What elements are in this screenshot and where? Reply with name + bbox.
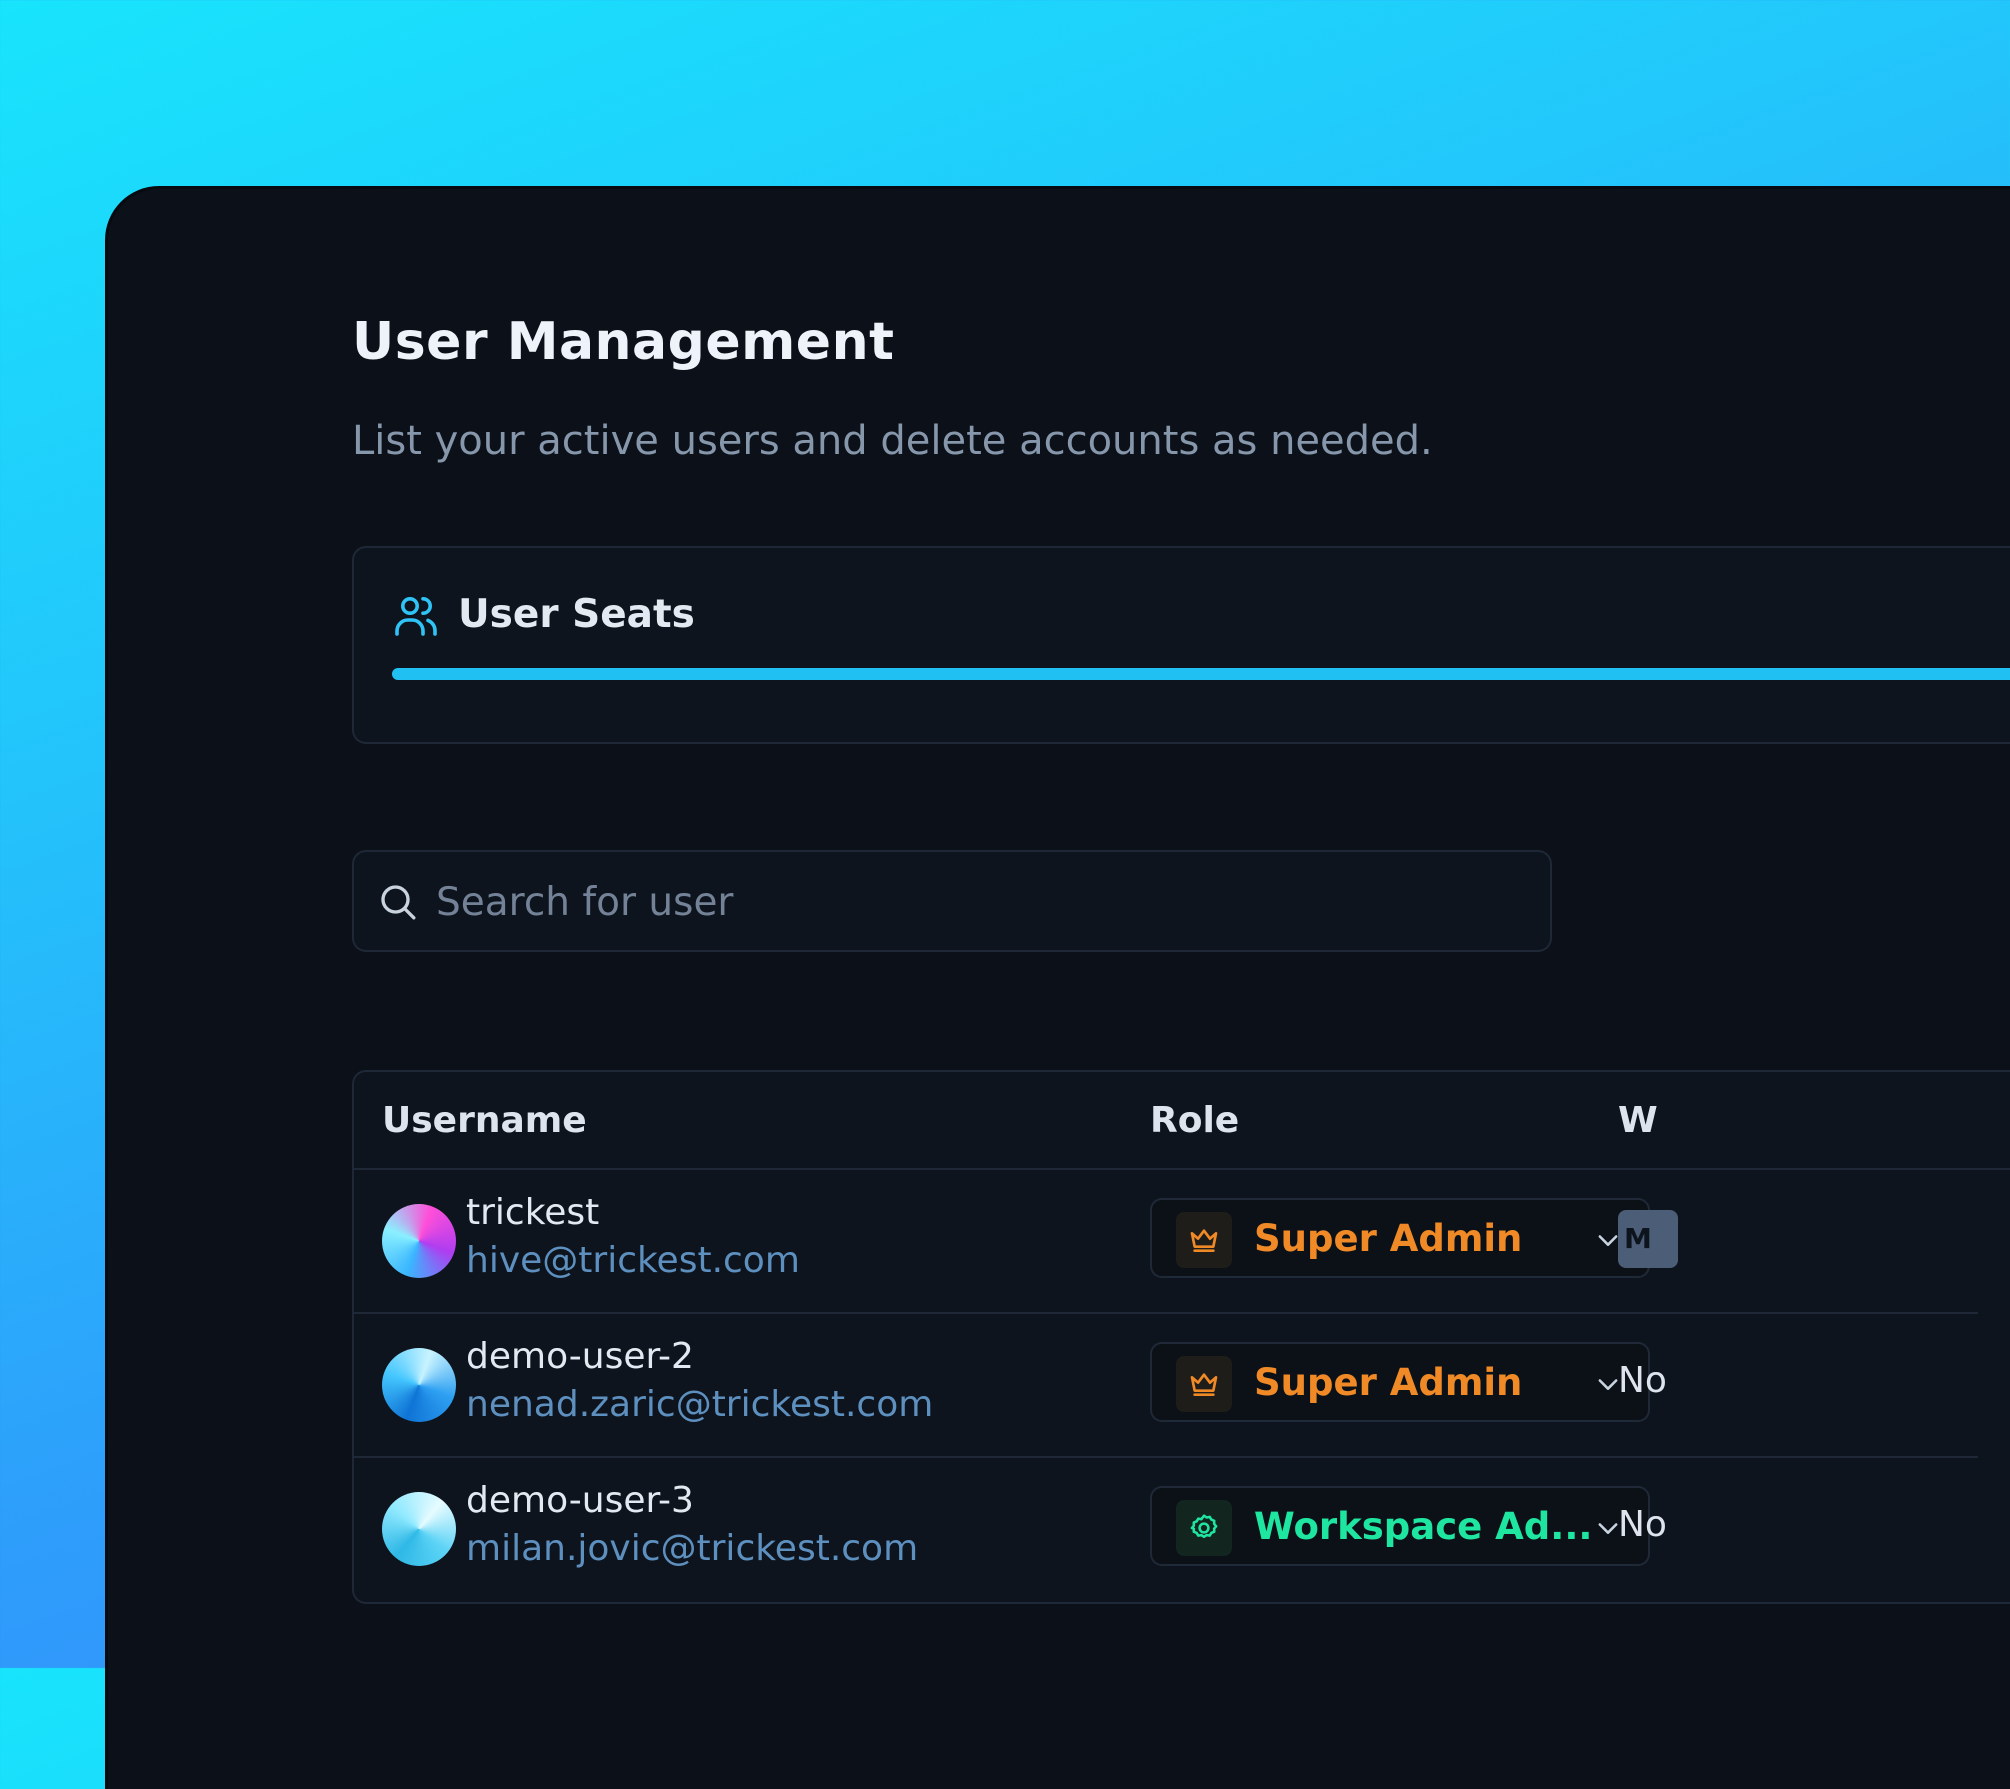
page-subtitle: List your active users and delete accoun…: [352, 418, 1433, 464]
username: demo-user-3: [466, 1480, 694, 1521]
crown-icon: [1190, 1373, 1218, 1396]
users-table: Username Role W trickest hive@trickest.c…: [352, 1070, 2010, 1604]
users-icon: [395, 597, 437, 636]
role-icon-box: [1176, 1500, 1232, 1556]
column-header-username[interactable]: Username: [382, 1100, 587, 1141]
workspace-value: No: [1618, 1504, 1667, 1545]
username: demo-user-2: [466, 1336, 694, 1377]
user-seats-progress-fill: [392, 668, 2010, 680]
avatar: [382, 1492, 456, 1566]
user-seats-label: User Seats: [458, 592, 695, 637]
table-row[interactable]: demo-user-2 nenad.zaric@trickest.com Sup…: [354, 1314, 1978, 1458]
user-email: hive@trickest.com: [466, 1240, 800, 1281]
table-row[interactable]: trickest hive@trickest.com Super Admin M: [354, 1170, 1978, 1314]
role-label: Super Admin: [1254, 1217, 1523, 1260]
search-box[interactable]: [352, 850, 1552, 952]
workspace-value: No: [1618, 1360, 1667, 1401]
search-icon: [381, 885, 416, 920]
user-seats-progress: [392, 668, 2010, 680]
username: trickest: [466, 1192, 600, 1233]
role-icon-box: [1176, 1356, 1232, 1412]
role-dropdown[interactable]: Workspace Ad...: [1150, 1486, 1650, 1566]
user-email: nenad.zaric@trickest.com: [466, 1384, 934, 1425]
avatar: [382, 1204, 456, 1278]
avatar: [382, 1348, 456, 1422]
role-label: Super Admin: [1254, 1361, 1523, 1404]
user-seats-card: User Seats: [352, 546, 2010, 744]
gear-icon: [1190, 1514, 1218, 1539]
table-header: Username Role W: [354, 1072, 2010, 1170]
crown-icon: [1190, 1229, 1218, 1252]
search-input[interactable]: [434, 872, 1518, 932]
role-dropdown[interactable]: Super Admin: [1150, 1342, 1650, 1422]
role-dropdown[interactable]: Super Admin: [1150, 1198, 1650, 1278]
table-row[interactable]: demo-user-3 milan.jovic@trickest.com Wor…: [354, 1458, 1978, 1600]
page-title: User Management: [352, 312, 895, 372]
workspace-badge[interactable]: M: [1618, 1210, 1678, 1268]
user-email: milan.jovic@trickest.com: [466, 1528, 919, 1569]
column-header-role[interactable]: Role: [1150, 1100, 1239, 1141]
column-header-workspace[interactable]: W: [1618, 1100, 1658, 1141]
role-icon-box: [1176, 1212, 1232, 1268]
role-label: Workspace Ad...: [1254, 1505, 1593, 1548]
